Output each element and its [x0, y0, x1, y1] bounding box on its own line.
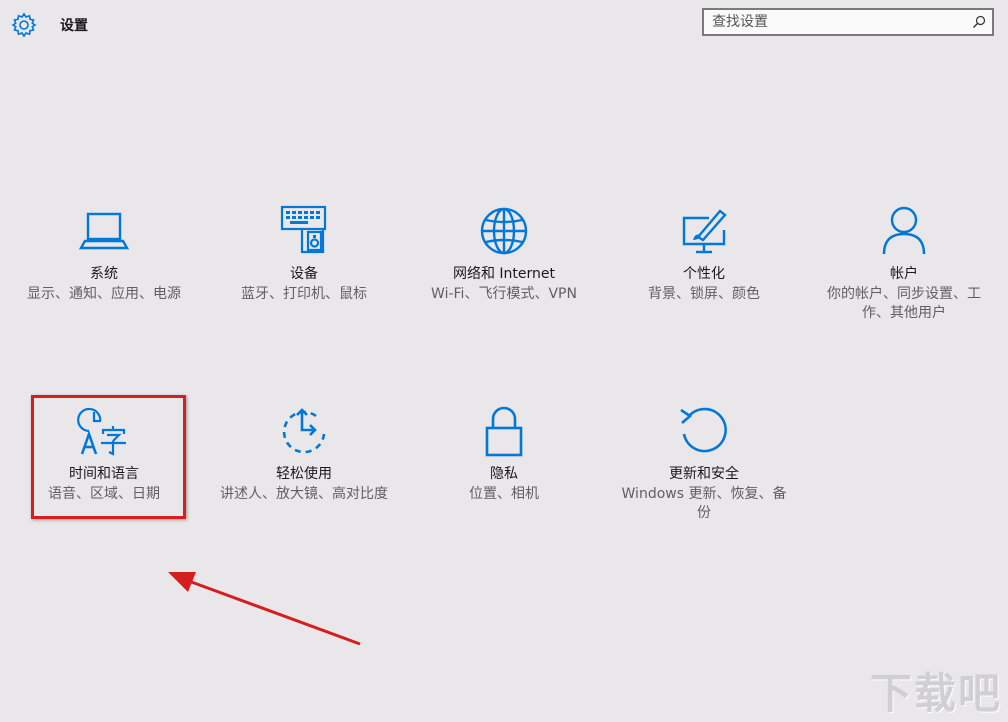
annotation-arrow: [168, 572, 361, 646]
settings-window: 设置 系统 显示、通知、应用、电源: [0, 0, 1008, 722]
watermark: 下载吧: [870, 669, 1003, 718]
